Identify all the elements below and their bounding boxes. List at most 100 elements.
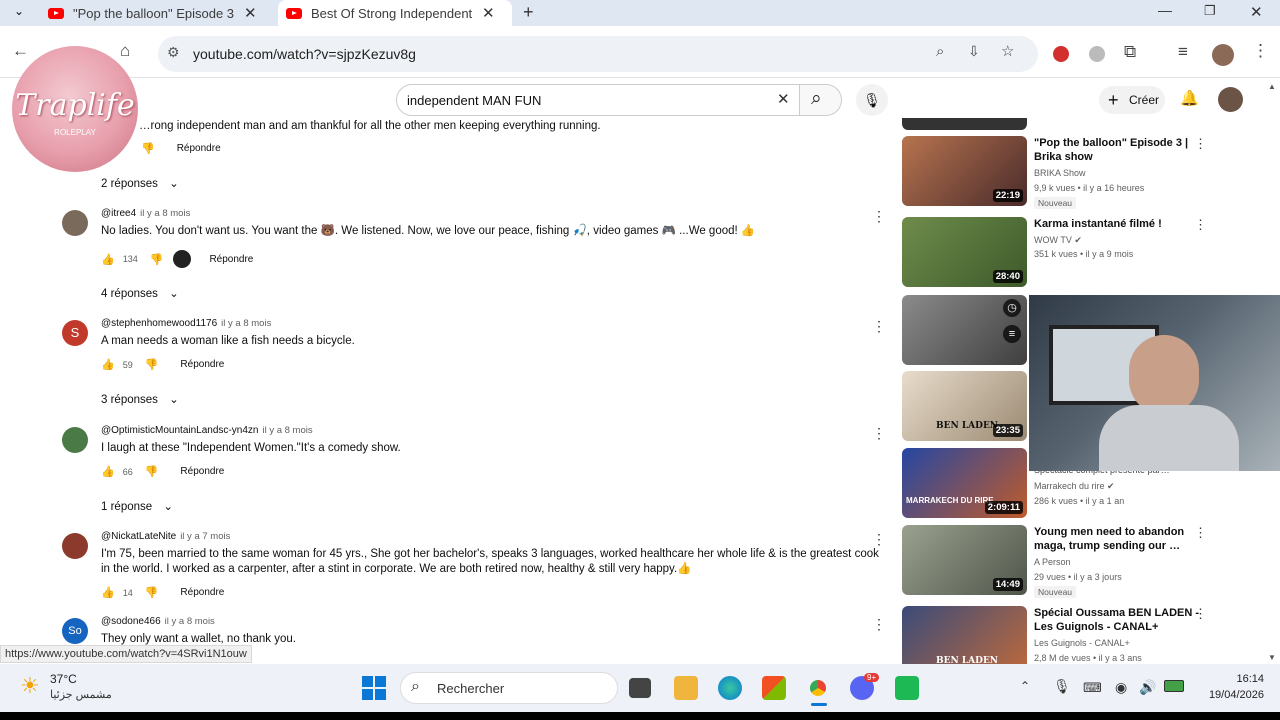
tab-close-icon[interactable]: ✕ (482, 4, 495, 22)
comment-author[interactable]: @OptimisticMountainLandsc-yn4zn il y a 8 … (101, 425, 313, 436)
tab-close-icon[interactable]: ✕ (244, 4, 257, 22)
like-icon[interactable]: 👍 (101, 358, 115, 371)
youtube-search-button[interactable]: ⌕ (800, 84, 842, 116)
video-menu-icon[interactable]: ⋮ (1194, 606, 1207, 622)
channel-name[interactable]: Marrakech du rire ✔ (1034, 481, 1115, 492)
replies-toggle[interactable]: 1 réponse ⌄ (101, 499, 173, 513)
avatar[interactable] (62, 533, 88, 559)
comment-author[interactable]: @sodone466 il y a 8 mois (101, 616, 215, 627)
video-title[interactable]: Young men need to abandon maga, trump se… (1034, 525, 1206, 553)
home-icon[interactable]: ⌂ (120, 41, 130, 61)
comment-menu-icon[interactable]: ⋮ (872, 425, 886, 442)
replies-toggle[interactable]: 2 réponses ⌄ (101, 176, 179, 190)
weather-temperature[interactable]: 37°C (50, 672, 77, 686)
avatar[interactable]: S (62, 320, 88, 346)
video-thumbnail[interactable]: BEN LADEN 23:35 (902, 371, 1027, 441)
comment-author[interactable]: @NickatLateNite il y a 7 mois (101, 531, 230, 542)
dislike-icon[interactable]: 👎 (145, 358, 159, 371)
volume-icon[interactable]: 🔊 (1139, 679, 1156, 696)
watch-later-icon[interactable]: ◷ (1003, 299, 1021, 317)
dislike-icon[interactable]: 👎 (150, 253, 164, 266)
restore-icon[interactable]: ❐ (1204, 3, 1216, 19)
site-settings-icon[interactable]: ⚙ (167, 44, 180, 61)
dislike-icon[interactable]: 👎 (141, 142, 155, 155)
video-thumbnail[interactable] (902, 118, 1027, 130)
puzzle-extensions-icon[interactable]: ⧉ (1124, 42, 1136, 62)
video-thumbnail[interactable]: 22:19 (902, 136, 1027, 206)
comment-menu-icon[interactable]: ⋮ (872, 531, 886, 548)
video-menu-icon[interactable]: ⋮ (1194, 136, 1207, 152)
video-title[interactable]: Spécial Oussama BEN LADEN - Les Guignols… (1034, 606, 1206, 634)
comment-author[interactable]: @stephenhomewood1176 il y a 8 mois (101, 318, 271, 329)
comment-time[interactable]: il y a 8 mois (165, 616, 215, 627)
scroll-down-arrow-icon[interactable]: ▼ (1268, 653, 1276, 662)
taskbar-search-box[interactable]: ⌕ Rechercher (400, 672, 618, 704)
video-thumbnail[interactable]: ◷ ≡ (902, 295, 1027, 365)
chrome-icon[interactable] (806, 676, 830, 700)
add-to-queue-icon[interactable]: ≡ (1003, 325, 1021, 343)
clear-search-icon[interactable]: ✕ (777, 90, 790, 108)
voice-search-button[interactable]: 🎙 (856, 84, 888, 116)
wifi-icon[interactable]: ◉ (1115, 679, 1127, 696)
channel-name[interactable]: Les Guignols - CANAL+ (1034, 638, 1130, 648)
clock-date[interactable]: 19/04/2026 (1194, 689, 1264, 701)
weather-description[interactable]: مشمس جزئيا (50, 688, 112, 701)
media-control-icon[interactable]: ≡ (1178, 42, 1188, 62)
windows-start-icon[interactable] (362, 676, 386, 700)
like-icon[interactable]: 👍 (101, 586, 115, 599)
reply-button[interactable]: Répondre (180, 587, 224, 598)
video-thumbnail[interactable]: 14:49 (902, 525, 1027, 595)
weather-icon[interactable]: ☀ (20, 673, 40, 699)
keyboard-icon[interactable]: ⌨ (1083, 680, 1102, 696)
reply-button[interactable]: Répondre (209, 254, 253, 265)
microsoft-store-icon[interactable] (762, 676, 786, 700)
reply-button[interactable]: Répondre (177, 143, 221, 154)
comment-author[interactable]: @itree4 il y a 8 mois (101, 208, 190, 219)
video-title[interactable]: "Pop the balloon" Episode 3 | Brika show (1034, 136, 1206, 164)
replies-toggle[interactable]: 3 réponses ⌄ (101, 392, 179, 406)
like-icon[interactable]: 👍 (101, 253, 115, 266)
video-thumbnail[interactable]: MARRAKECH DU RIRE 2:09:11 (902, 448, 1027, 518)
avatar[interactable]: So (62, 618, 88, 644)
tab-pop-the-balloon[interactable]: "Pop the balloon" Episode 3 | Br ✕ (40, 0, 272, 26)
extension-icon[interactable] (1089, 46, 1105, 62)
comment-time[interactable]: il y a 8 mois (262, 425, 312, 436)
profile-avatar[interactable] (1212, 44, 1234, 66)
youtube-search-box[interactable]: independent MAN FUN ✕ (396, 84, 800, 116)
create-button[interactable]: + Créer (1099, 86, 1165, 114)
channel-name[interactable]: BRIKA Show (1034, 168, 1086, 178)
battery-icon[interactable] (1164, 680, 1184, 692)
bookmark-star-icon[interactable]: ☆ (1001, 42, 1014, 60)
avatar[interactable] (62, 427, 88, 453)
video-menu-icon[interactable]: ⋮ (1194, 217, 1207, 233)
microphone-icon[interactable]: 🎙 (1053, 678, 1071, 695)
scroll-up-arrow-icon[interactable]: ▲ (1268, 82, 1276, 91)
avatar[interactable] (62, 210, 88, 236)
file-explorer-icon[interactable] (674, 676, 698, 700)
comment-menu-icon[interactable]: ⋮ (872, 616, 882, 633)
dislike-icon[interactable]: 👎 (145, 586, 159, 599)
youtube-search-input[interactable]: independent MAN FUN (407, 93, 541, 108)
comment-menu-icon[interactable]: ⋮ (872, 208, 886, 225)
channel-name[interactable]: WOW TV ✔ (1034, 235, 1082, 246)
recommended-video[interactable]: BEN LADEN Spécial Oussama BEN LADEN - Le… (902, 606, 1272, 664)
close-window-icon[interactable]: ✕ (1250, 3, 1263, 21)
youtube-account-avatar[interactable] (1218, 87, 1243, 112)
reply-button[interactable]: Répondre (180, 359, 224, 370)
video-menu-icon[interactable]: ⋮ (1194, 525, 1207, 541)
tab-best-of-strong[interactable]: Best Of Strong Independent Wo ✕ (278, 0, 512, 26)
dislike-icon[interactable]: 👎 (145, 465, 159, 478)
replies-toggle[interactable]: 4 réponses ⌄ (101, 286, 179, 300)
task-view-icon[interactable] (629, 678, 651, 698)
back-icon[interactable]: ← (12, 41, 29, 61)
recommended-video[interactable]: 28:40 Karma instantané filmé ! WOW TV ✔ … (902, 217, 1272, 289)
channel-name[interactable]: A Person (1034, 557, 1071, 567)
comment-time[interactable]: il y a 8 mois (140, 208, 190, 219)
clock-time[interactable]: 16:14 (1204, 673, 1264, 685)
comment-time[interactable]: il y a 7 mois (180, 531, 230, 542)
recommended-video[interactable]: 14:49 Young men need to abandon maga, tr… (902, 525, 1272, 601)
notifications-bell-icon[interactable]: 🔔 (1180, 89, 1199, 107)
chrome-menu-icon[interactable]: ⋮ (1252, 41, 1269, 61)
tab-search-icon[interactable]: ⌄ (14, 4, 24, 18)
video-title[interactable]: Karma instantané filmé ! (1034, 217, 1206, 231)
